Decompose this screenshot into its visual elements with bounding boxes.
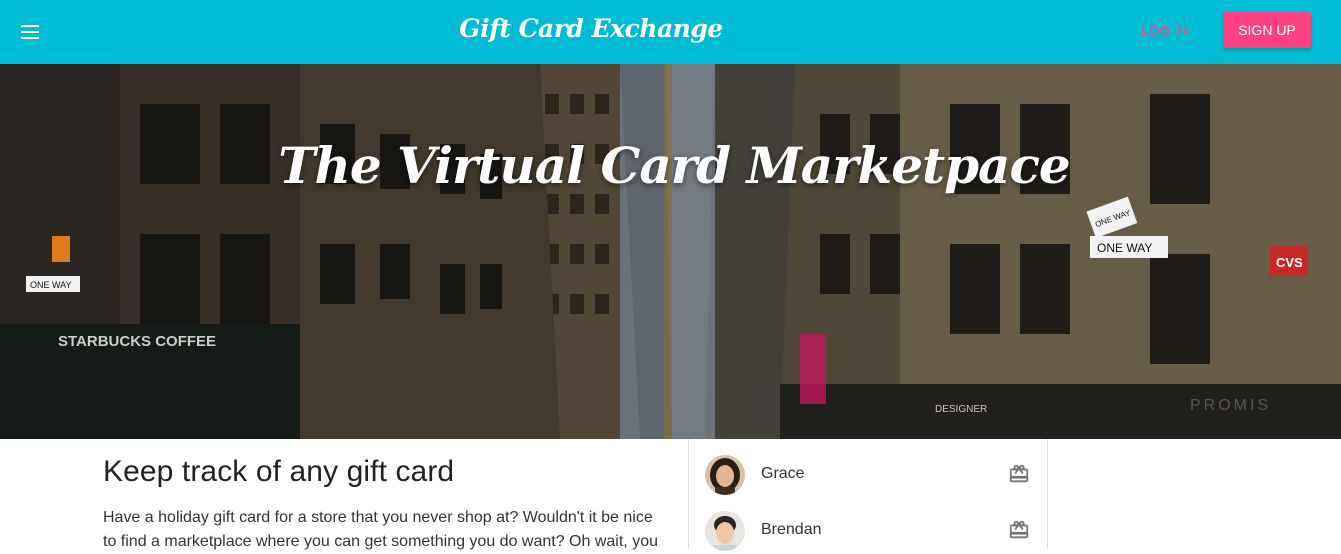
gift-card-icon[interactable] — [1008, 463, 1030, 485]
gift-card-icon[interactable] — [1008, 519, 1030, 541]
hero-banner: ONE WAY ONE WAY ONE WAY CVS STARBUCKS CO… — [0, 64, 1341, 439]
cvs-sign-text: CVS — [1276, 255, 1303, 270]
login-button[interactable]: LOG IN — [1130, 13, 1198, 47]
user-name: Grace — [761, 465, 805, 482]
app-bar: Gift Card Exchange LOG IN SIGN UP — [0, 0, 1341, 64]
feature-body: Have a holiday gift card for a store tha… — [103, 509, 658, 550]
feature-section: Keep track of any gift card Have a holid… — [103, 455, 668, 554]
one-way-sign-text: ONE WAY — [30, 280, 72, 290]
list-item-user-brendan[interactable]: Brendan — [689, 502, 1047, 552]
brand-title[interactable]: Gift Card Exchange — [0, 14, 1182, 43]
city-street-photo: ONE WAY ONE WAY ONE WAY CVS STARBUCKS CO… — [0, 64, 1341, 439]
starbucks-sign: STARBUCKS COFFEE — [58, 333, 216, 350]
street-lamp — [52, 236, 70, 262]
avatar — [705, 455, 745, 495]
list-item-user-grace[interactable]: Grace — [689, 446, 1047, 496]
user-list: Grace Brendan — [688, 439, 1048, 552]
avatar — [705, 511, 745, 551]
one-way-sign-text: ONE WAY — [1097, 241, 1152, 255]
hero-title: The Virtual Card Marketpace — [278, 136, 1070, 195]
user-name: Brendan — [761, 521, 822, 538]
storefront-sign: PROMIS — [1190, 397, 1271, 414]
storefront-sign: DESIGNER — [935, 404, 987, 415]
signup-button[interactable]: SIGN UP — [1223, 12, 1311, 48]
feature-heading: Keep track of any gift card — [103, 455, 455, 488]
flag — [800, 334, 826, 404]
